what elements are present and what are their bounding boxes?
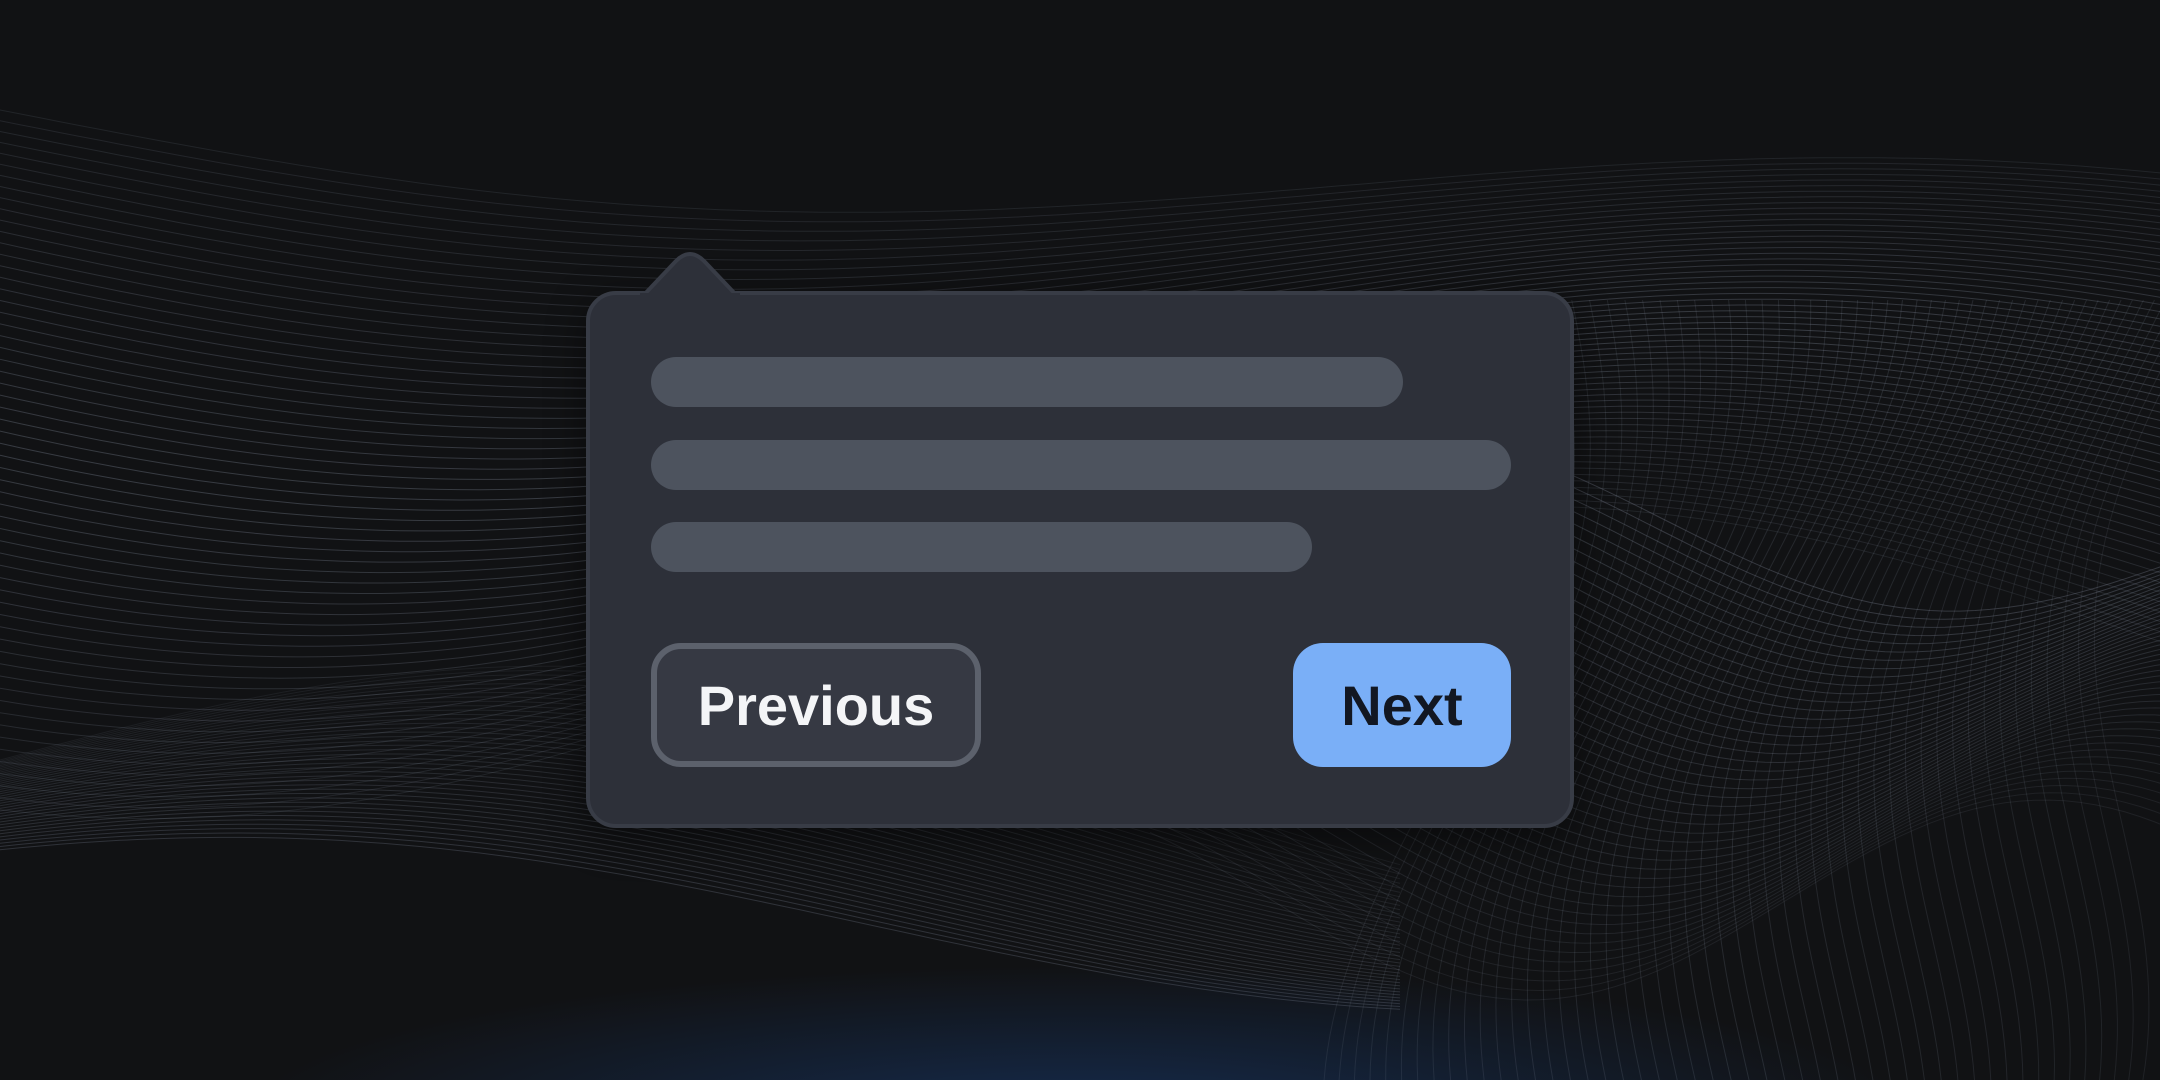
tour-popover: Previous Next — [586, 252, 1574, 828]
wave-line — [0, 141, 2160, 242]
wave-line — [0, 152, 2160, 251]
wave-line — [1684, 299, 1889, 1080]
popover-arrow — [640, 252, 740, 299]
previous-button-label: Previous — [697, 673, 935, 737]
wave-line — [0, 130, 2160, 232]
wave-line — [0, 801, 1401, 987]
wave-line — [0, 163, 2160, 261]
skeleton-text-line — [651, 440, 1511, 490]
next-button-label: Next — [1341, 673, 1463, 737]
wave-line — [1731, 299, 1932, 1080]
wave-line — [0, 819, 1401, 999]
wave-line — [1904, 299, 2076, 1080]
app-stage: Previous Next — [0, 0, 2160, 1080]
wave-line — [1668, 299, 1874, 1080]
skeleton-text-line — [651, 357, 1403, 407]
previous-button[interactable]: Previous — [651, 643, 981, 767]
wave-line — [1857, 299, 2039, 1080]
wave-line — [0, 832, 1401, 1007]
wave-line — [0, 815, 1401, 996]
next-button[interactable]: Next — [1293, 643, 1511, 767]
skeleton-text-line — [651, 522, 1312, 572]
wave-line — [0, 806, 1401, 990]
wave-line — [1778, 299, 1974, 1080]
wave-line — [0, 207, 2160, 300]
